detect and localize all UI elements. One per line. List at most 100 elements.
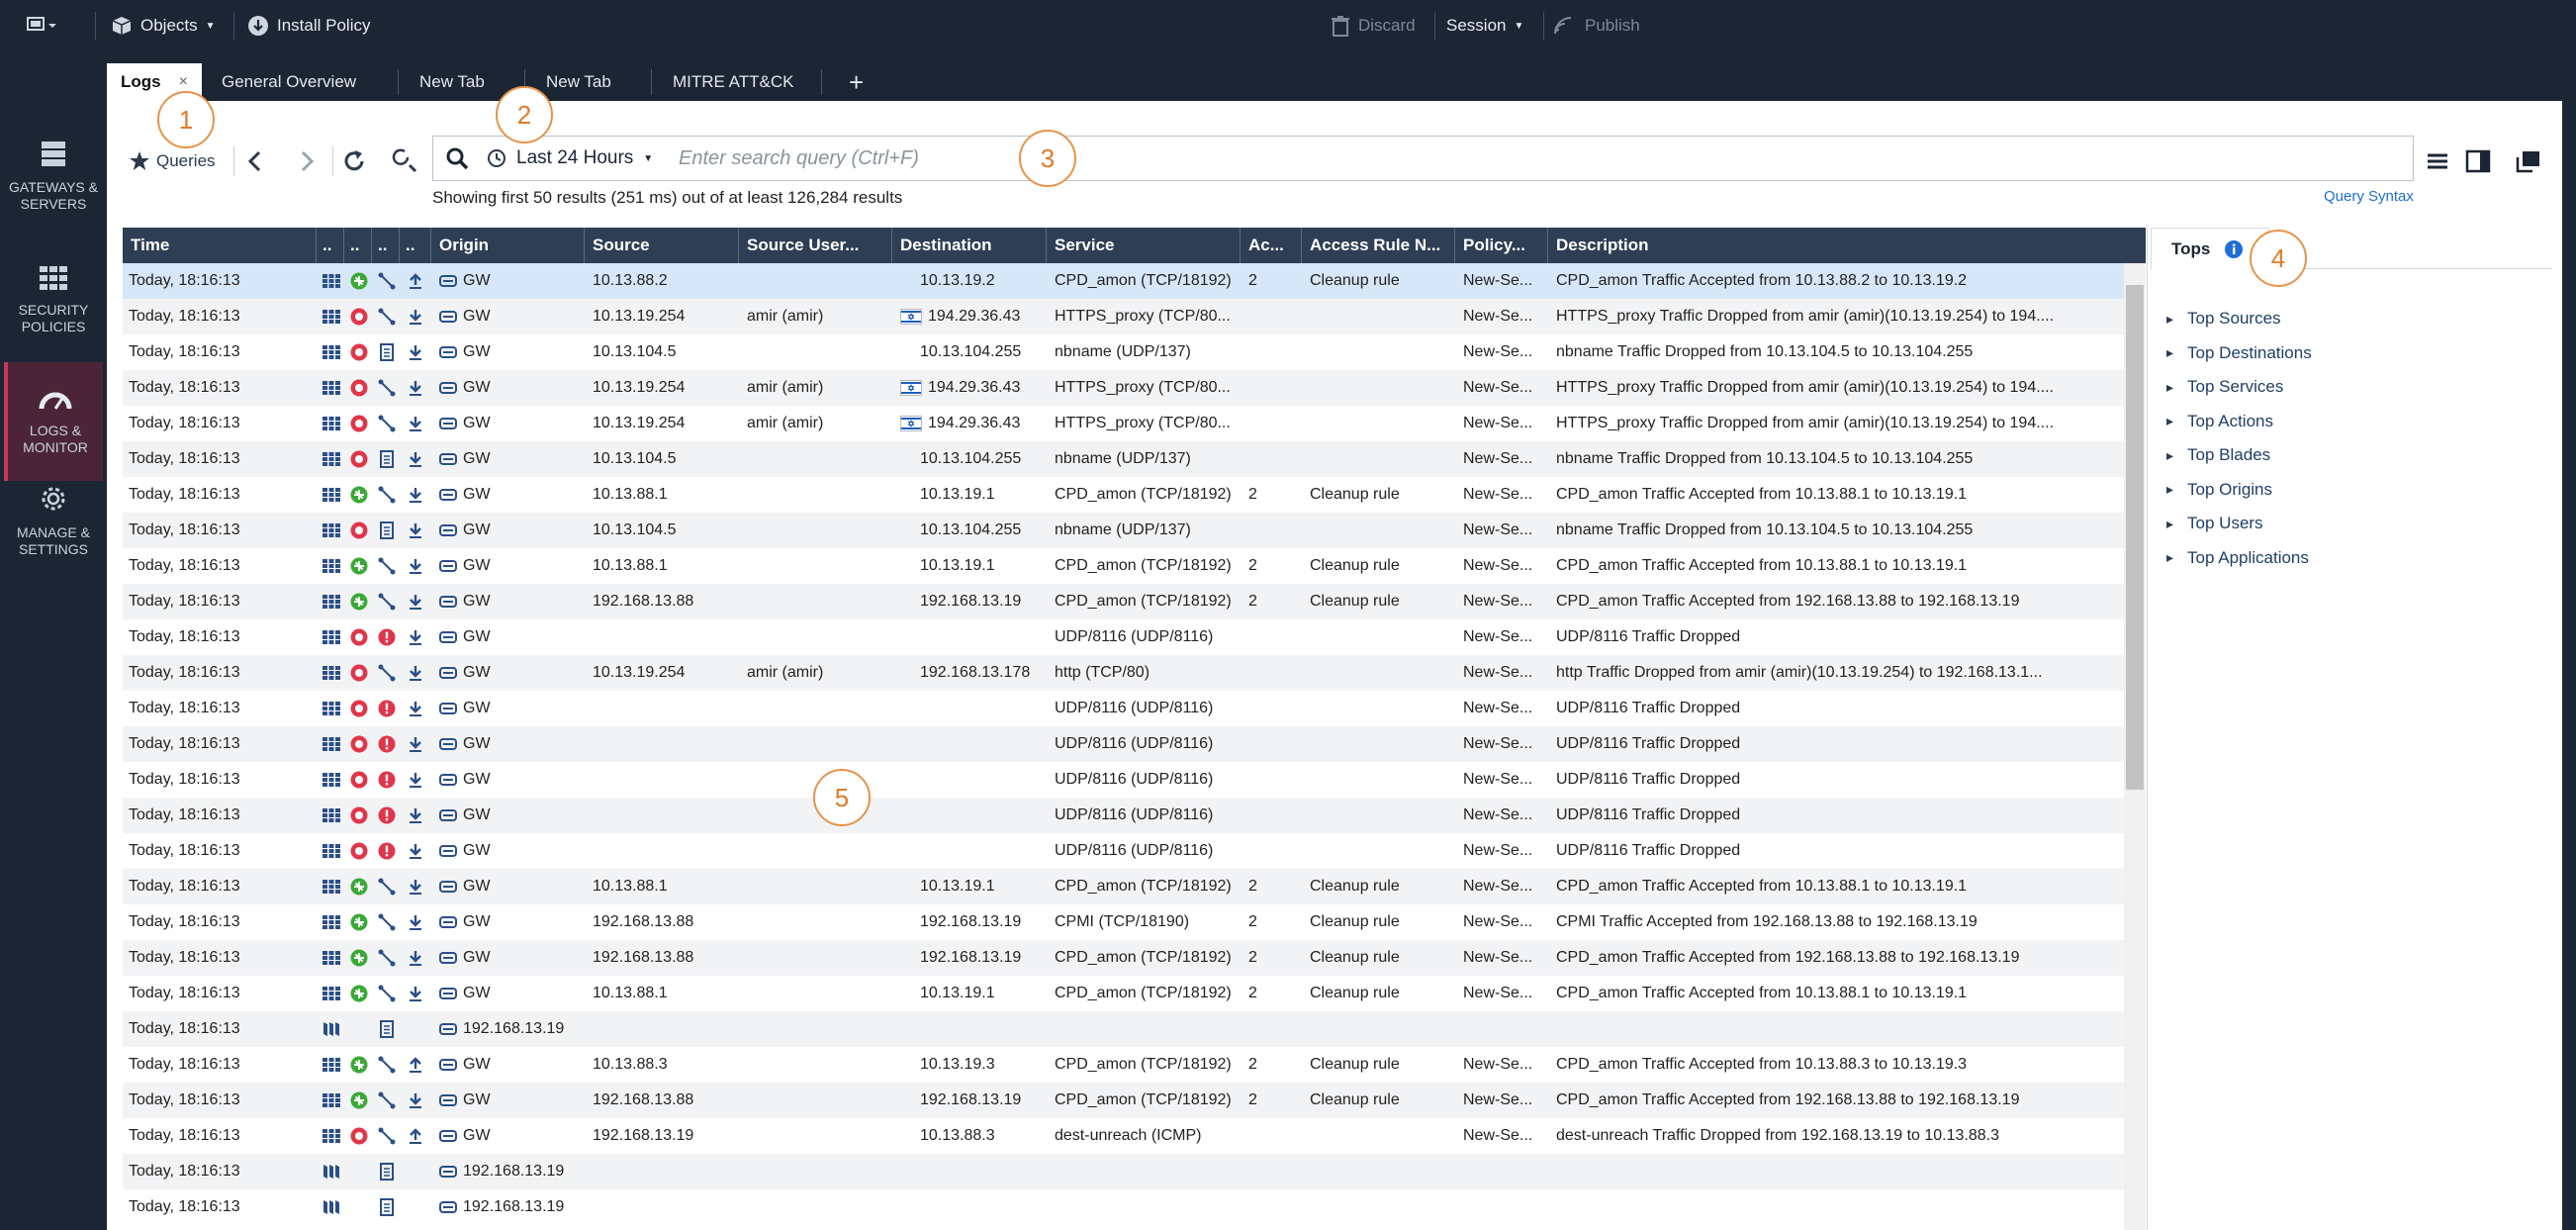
cell-icon <box>322 1056 340 1074</box>
column-header-destination[interactable]: Destination <box>892 228 1047 263</box>
sidebar-item-manage-settings[interactable]: MANAGE & SETTINGS <box>4 461 103 580</box>
column-header-policy[interactable]: Policy... <box>1455 228 1548 263</box>
expand-arrow-icon[interactable]: ▸ <box>2166 379 2173 396</box>
column-header-time[interactable]: Time <box>123 228 317 263</box>
table-row[interactable]: Today, 18:16:13 GW 10.13.19.254 amir (amir)… <box>123 406 2124 441</box>
cell-origin-text: GW <box>463 771 491 788</box>
tops-item[interactable]: ▸ Top Origins <box>2166 474 2272 506</box>
expand-arrow-icon[interactable]: ▸ <box>2166 344 2173 361</box>
table-row[interactable]: Today, 18:16:13 GW 10.13.104.5 10.13.104.25… <box>123 513 2124 548</box>
cell-policy: New-Se... <box>1459 869 1546 904</box>
cell-access-rule: Cleanup rule <box>1306 477 1454 513</box>
table-row[interactable]: Today, 18:16:13 GW 10.13.88.1 10.13.19.1 CPD… <box>123 976 2124 1011</box>
column-header-action[interactable]: .. <box>344 228 372 263</box>
column-header-action-count[interactable]: Ac... <box>1241 228 1302 263</box>
discard-button[interactable]: Discard <box>1331 0 1416 51</box>
table-row[interactable]: Today, 18:16:13 GW 10.13.88.1 10.13.19.1 CPD… <box>123 548 2124 584</box>
queries-button[interactable]: Queries <box>129 139 216 184</box>
connection-icon <box>378 1056 396 1074</box>
tab-new-tab-1[interactable]: New Tab <box>406 63 485 101</box>
column-header-source-user[interactable]: Source User... <box>739 228 892 263</box>
objects-menu-button[interactable]: Objects ▼ <box>111 0 216 51</box>
forward-button[interactable] <box>297 139 317 184</box>
table-row[interactable]: Today, 18:16:13 GW 192.168.13.88 192.168.13… <box>123 584 2124 619</box>
table-row[interactable]: Today, 18:16:13 GW 10.13.88.1 10.13.19.1 CPD… <box>123 477 2124 513</box>
tops-item[interactable]: ▸ Top Actions <box>2166 406 2273 437</box>
search-options-button[interactable] <box>392 139 421 184</box>
column-header-direction[interactable]: .. <box>400 228 431 263</box>
table-row[interactable]: Today, 18:16:13 GW UDP/8116 (UDP/8116) New-… <box>123 798 2124 833</box>
expand-arrow-icon[interactable]: ▸ <box>2166 447 2173 464</box>
table-row[interactable]: Today, 18:16:13 GW 10.13.104.5 10.13.104.25… <box>123 441 2124 477</box>
tops-item[interactable]: ▸ Top Sources <box>2166 303 2281 334</box>
column-header-service[interactable]: Service <box>1047 228 1241 263</box>
table-row[interactable]: Today, 18:16:13 GW 10.13.19.254 amir (amir)… <box>123 655 2124 691</box>
cell-policy: New-Se... <box>1459 691 1546 726</box>
app-menu-button[interactable] <box>26 0 57 51</box>
column-header-description[interactable]: Description <box>1548 228 2146 263</box>
expand-arrow-icon[interactable]: ▸ <box>2166 549 2173 566</box>
table-row[interactable]: Today, 18:16:13 GW 192.168.13.19 10.13.88.3… <box>123 1118 2124 1154</box>
table-row[interactable]: Today, 18:16:13 192.168.13.19 <box>123 1189 2124 1225</box>
table-row[interactable]: Today, 18:16:13 GW UDP/8116 (UDP/8116) New-… <box>123 619 2124 655</box>
refresh-button[interactable] <box>341 139 367 184</box>
timeframe-selector[interactable]: Last 24 Hours ▼ <box>487 136 653 181</box>
table-row[interactable]: Today, 18:16:13 GW 192.168.13.88 192.168.13… <box>123 940 2124 976</box>
install-policy-button[interactable]: Install Policy <box>247 0 370 51</box>
column-header-access-rule[interactable]: Access Rule N... <box>1302 228 1455 263</box>
detach-window-button[interactable] <box>2516 139 2541 184</box>
table-row[interactable]: Today, 18:16:13 GW 10.13.104.5 10.13.104.25… <box>123 334 2124 370</box>
tops-item[interactable]: ▸ Top Users <box>2166 508 2263 539</box>
grid-scrollbar-thumb[interactable] <box>2126 285 2144 790</box>
table-row[interactable]: Today, 18:16:13 192.168.13.19 <box>123 1011 2124 1047</box>
table-row[interactable]: Today, 18:16:13 GW 10.13.19.254 amir (amir)… <box>123 299 2124 334</box>
table-row[interactable]: Today, 18:16:13 GW 10.13.88.2 10.13.19.2 CPD… <box>123 263 2124 299</box>
tops-item[interactable]: ▸ Top Services <box>2166 371 2283 403</box>
tab-mitre-attack[interactable]: MITRE ATT&CK <box>659 63 793 101</box>
tops-item[interactable]: ▸ Top Blades <box>2166 439 2270 471</box>
table-row[interactable]: Today, 18:16:13 GW 10.13.88.1 10.13.19.1 CPD… <box>123 869 2124 904</box>
expand-arrow-icon[interactable]: ▸ <box>2166 481 2173 498</box>
search-input[interactable]: Enter search query (Ctrl+F) <box>679 136 919 181</box>
table-row[interactable]: Today, 18:16:13 GW 10.13.88.3 10.13.19.3 CPD… <box>123 1047 2124 1083</box>
table-row[interactable]: Today, 18:16:13 GW 192.168.13.88 192.168.13… <box>123 904 2124 940</box>
table-row[interactable]: Today, 18:16:13 GW UDP/8116 (UDP/8116) New-… <box>123 691 2124 726</box>
panel-toggle-button[interactable] <box>2465 139 2491 184</box>
expand-arrow-icon[interactable]: ▸ <box>2166 516 2173 532</box>
tab-general-overview[interactable]: General Overview <box>208 63 356 101</box>
download-icon <box>410 417 421 431</box>
back-button[interactable] <box>245 139 265 184</box>
search-button[interactable] <box>445 136 469 181</box>
cell-destination-text: 10.13.19.1 <box>920 486 995 503</box>
firewall-blade-icon <box>322 417 340 430</box>
session-menu-button[interactable]: Session ▼ <box>1446 0 1523 51</box>
expand-arrow-icon[interactable]: ▸ <box>2166 311 2173 328</box>
drop-icon <box>350 664 368 682</box>
query-syntax-link[interactable]: Query Syntax <box>2324 188 2414 205</box>
table-row[interactable]: Today, 18:16:13 GW UDP/8116 (UDP/8116) New-… <box>123 833 2124 869</box>
tops-item[interactable]: ▸ Top Applications <box>2166 542 2309 574</box>
cell-icon <box>322 771 340 789</box>
tops-item[interactable]: ▸ Top Destinations <box>2166 337 2312 369</box>
table-row[interactable]: Today, 18:16:13 GW 10.13.19.254 amir (amir)… <box>123 370 2124 406</box>
cell-policy-text: New-Se... <box>1463 557 1533 574</box>
table-row[interactable]: Today, 18:16:13 GW UDP/8116 (UDP/8116) New-… <box>123 762 2124 798</box>
table-row[interactable]: Today, 18:16:13 192.168.13.19 <box>123 1154 2124 1189</box>
add-tab-button[interactable]: + <box>835 63 864 101</box>
column-header-type[interactable]: .. <box>372 228 400 263</box>
publish-button[interactable]: Publish <box>1553 0 1640 51</box>
table-row[interactable]: Today, 18:16:13 GW UDP/8116 (UDP/8116) New-… <box>123 726 2124 762</box>
cell-source <box>589 762 737 798</box>
column-header-blade[interactable]: .. <box>317 228 344 263</box>
table-row[interactable]: Today, 18:16:13 GW 192.168.13.88 192.168.13… <box>123 1083 2124 1118</box>
sidebar-item-gateways[interactable]: GATEWAYS & SERVERS <box>4 117 103 236</box>
info-icon[interactable] <box>2224 239 2244 259</box>
column-header-source[interactable]: Source <box>585 228 739 263</box>
close-icon[interactable]: × <box>179 73 188 91</box>
firewall-blade-icon <box>322 808 340 822</box>
column-header-origin[interactable]: Origin <box>431 228 585 263</box>
expand-arrow-icon[interactable]: ▸ <box>2166 413 2173 429</box>
list-view-button[interactable] <box>2426 139 2449 184</box>
cell-action-count <box>1244 334 1300 370</box>
sidebar-item-security-policies[interactable]: SECURITY POLICIES <box>4 239 103 358</box>
